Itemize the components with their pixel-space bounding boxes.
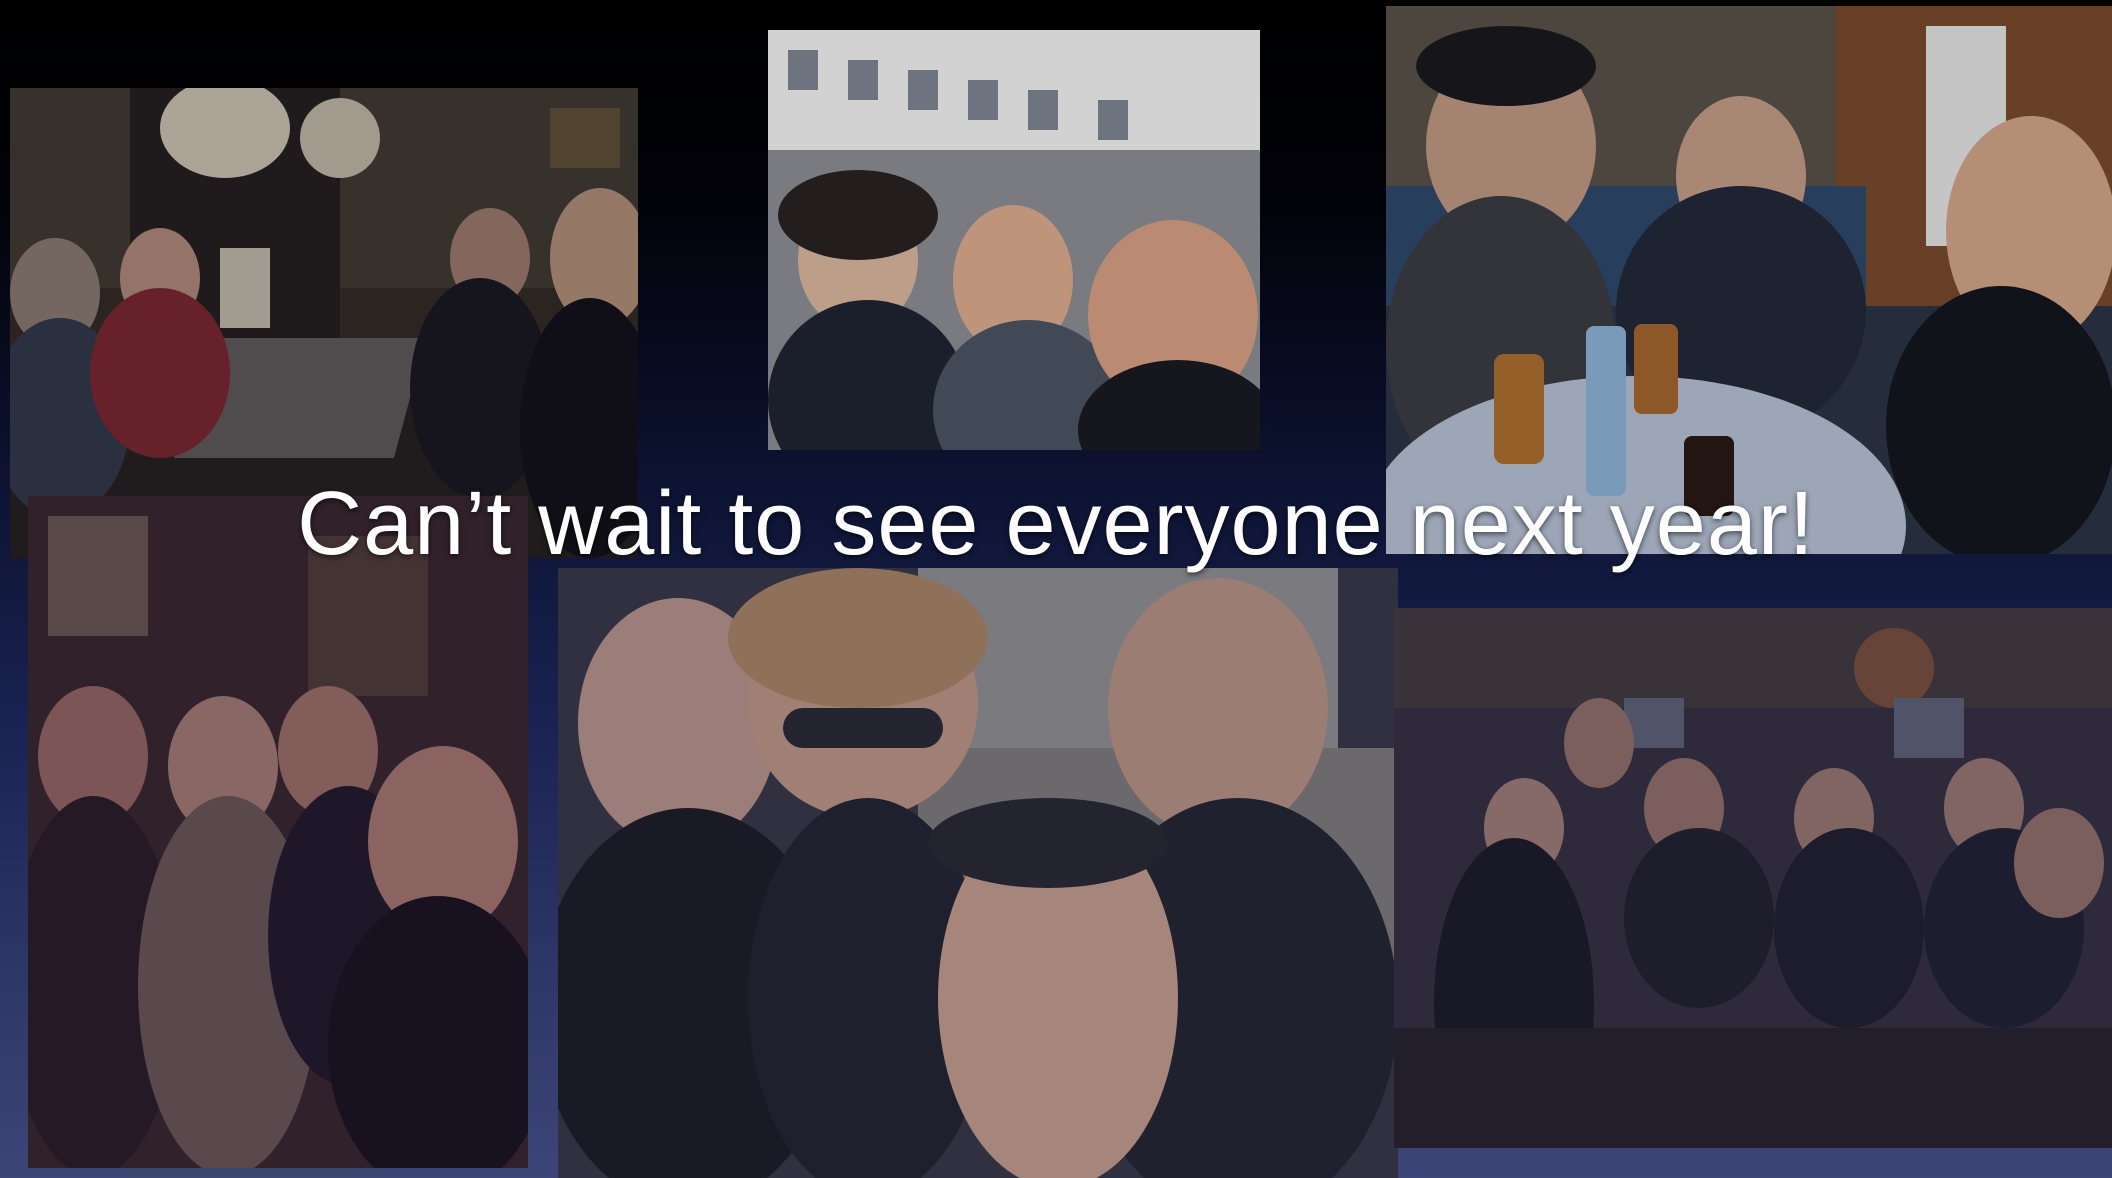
photo-outdoor-beers <box>1386 6 2112 554</box>
slide-caption: Can’t wait to see everyone next year! <box>297 474 1815 574</box>
photo-pub-group <box>1394 608 2112 1148</box>
photo-street-selfie <box>768 30 1260 450</box>
slide: Can’t wait to see everyone next year! <box>0 0 2112 1178</box>
photo-pub-selfie <box>28 496 528 1168</box>
photo-group-selfie <box>558 568 1398 1178</box>
